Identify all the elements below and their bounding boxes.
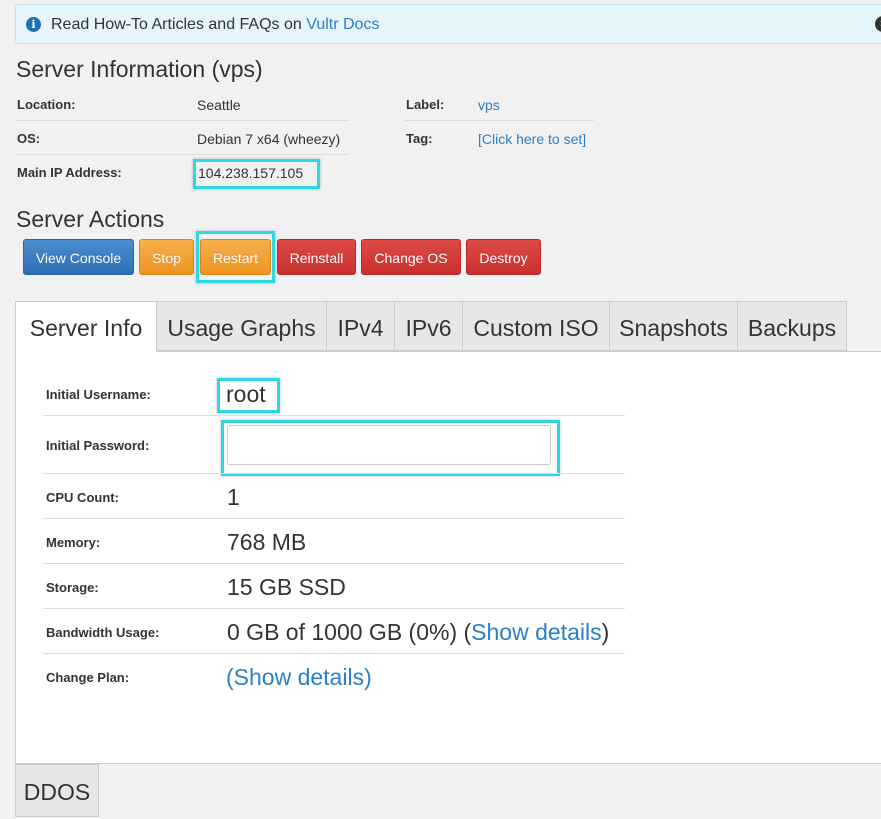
server-actions-title: Server Actions	[16, 206, 165, 232]
storage-label: Storage:	[46, 580, 99, 595]
vultr-docs-link[interactable]: Vultr Docs	[306, 16, 379, 33]
main-ip-label: Main IP Address:	[17, 165, 122, 180]
tag-label: Tag:	[406, 131, 433, 146]
divider	[15, 154, 349, 155]
tab-server-info[interactable]: Server Info	[15, 301, 157, 352]
main-ip-value[interactable]: 104.238.157.105	[198, 165, 303, 181]
destroy-button[interactable]: Destroy	[466, 239, 541, 275]
os-label: OS:	[17, 131, 41, 146]
cpu-count-value: 1	[227, 484, 240, 510]
divider	[43, 563, 625, 564]
initial-username-value[interactable]: root	[226, 381, 266, 408]
reinstall-button[interactable]: Reinstall	[277, 239, 356, 275]
close-icon[interactable]: ×	[875, 16, 881, 32]
location-label: Location:	[17, 97, 76, 112]
label-value-link[interactable]: vps	[478, 97, 500, 113]
divider	[43, 653, 625, 654]
change-os-button[interactable]: Change OS	[361, 239, 461, 275]
initial-username-label: Initial Username:	[46, 387, 151, 402]
tab-usage-graphs[interactable]: Usage Graphs	[156, 301, 327, 351]
tab-backups[interactable]: Backups	[737, 301, 847, 351]
divider	[43, 473, 625, 474]
label-label: Label:	[406, 97, 445, 112]
bandwidth-usage-value: 0 GB of 1000 GB (0%) (Show details)	[227, 619, 610, 645]
bandwidth-usage-label: Bandwidth Usage:	[46, 625, 160, 640]
tab-custom-iso[interactable]: Custom ISO	[462, 301, 610, 351]
divider	[43, 415, 625, 416]
memory-label: Memory:	[46, 535, 101, 550]
banner-text: Read How-To Articles and FAQs on Vultr D…	[51, 16, 380, 33]
bandwidth-show-details-link[interactable]: Show details	[471, 619, 601, 645]
cpu-count-label: CPU Count:	[46, 490, 119, 505]
os-value: Debian 7 x64 (wheezy)	[197, 131, 341, 147]
stop-button[interactable]: Stop	[139, 239, 194, 275]
storage-value: 15 GB SSD	[227, 574, 346, 600]
tab-snapshots[interactable]: Snapshots	[609, 301, 738, 351]
change-plan-label: Change Plan:	[46, 670, 130, 685]
restart-button[interactable]: Restart	[200, 239, 271, 275]
memory-value: 768 MB	[227, 529, 307, 555]
server-info-panel	[15, 351, 881, 764]
tag-set-link[interactable]: [Click here to set]	[478, 131, 586, 147]
location-value: Seattle	[197, 97, 241, 113]
change-plan-show-details-link[interactable]: (Show details)	[226, 664, 372, 691]
tab-ipv4[interactable]: IPv4	[326, 301, 395, 351]
divider	[404, 120, 594, 121]
info-icon: i	[26, 17, 41, 32]
divider	[43, 518, 625, 519]
docs-banner: i Read How-To Articles and FAQs on Vultr…	[15, 4, 881, 44]
divider	[43, 608, 625, 609]
divider	[15, 120, 349, 121]
view-console-button[interactable]: View Console	[23, 239, 134, 275]
initial-password-label: Initial Password:	[46, 438, 150, 453]
tab-ddos[interactable]: DDOS	[15, 764, 99, 817]
initial-password-field[interactable]	[227, 425, 551, 465]
server-information-title: Server Information (vps)	[16, 56, 263, 82]
tab-ipv6[interactable]: IPv6	[394, 301, 463, 351]
